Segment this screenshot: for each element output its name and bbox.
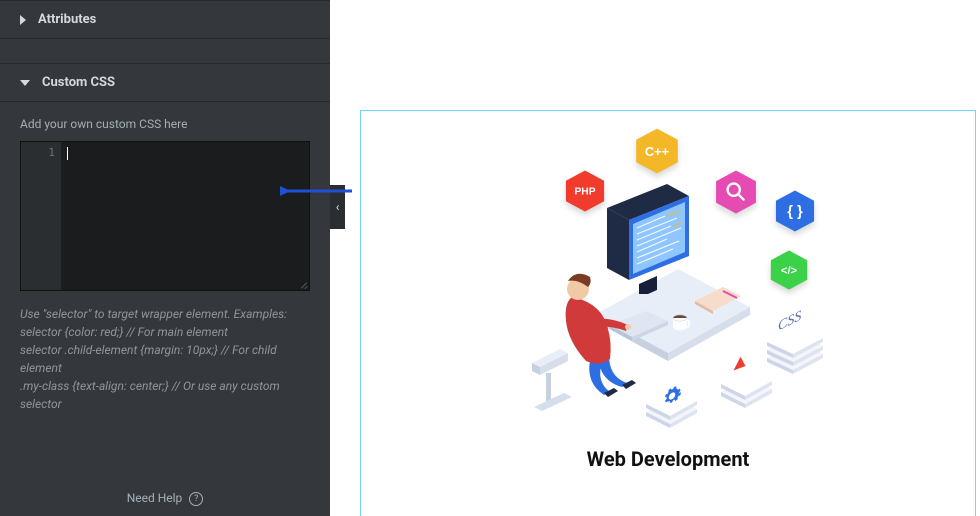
mug-icon: [671, 314, 693, 338]
need-help-link[interactable]: Need Help ?: [127, 491, 204, 505]
custom-css-editor[interactable]: 1: [20, 141, 310, 291]
chevron-down-icon: [20, 80, 30, 86]
cpp-badge-icon: C++: [633, 127, 681, 175]
paper-stack-icon: [718, 364, 780, 420]
person-icon: [538, 249, 648, 419]
search-badge-icon: [713, 169, 759, 215]
tag-badge-icon: </>: [768, 249, 810, 291]
panel-attributes[interactable]: Attributes: [0, 0, 330, 39]
widget-caption: Web Development: [587, 447, 750, 471]
line-number: 1: [21, 146, 55, 159]
panel-custom-css-label: Custom CSS: [42, 75, 115, 90]
preview-area: PHP C++ { } </>: [330, 0, 980, 516]
custom-css-help: Use "selector" to target wrapper element…: [20, 305, 310, 413]
panel-attributes-label: Attributes: [38, 12, 96, 27]
selected-widget[interactable]: PHP C++ { } </>: [360, 110, 976, 516]
text-cursor: [67, 147, 68, 160]
illustration: PHP C++ { } </>: [518, 139, 818, 439]
editor-gutter: 1: [21, 142, 61, 290]
svg-text:PHP: PHP: [574, 187, 595, 198]
panel-custom-css[interactable]: Custom CSS: [0, 63, 330, 102]
resize-handle-icon[interactable]: [298, 279, 308, 289]
help-icon: ?: [189, 492, 203, 506]
braces-badge-icon: { }: [773, 189, 817, 233]
panel-custom-css-body: Add your own custom CSS here 1 Use "sele…: [0, 102, 330, 443]
svg-text:</>: </>: [781, 265, 798, 277]
svg-text:{ }: { }: [787, 204, 803, 220]
editor-sidebar: Attributes Custom CSS Add your own custo…: [0, 0, 330, 516]
chevron-left-icon: ‹: [336, 200, 340, 214]
sidebar-footer: Need Help ?: [0, 481, 330, 516]
chevron-right-icon: [20, 15, 26, 25]
svg-text:C++: C++: [645, 144, 669, 159]
sidebar-collapse-button[interactable]: ‹: [330, 185, 345, 229]
need-help-label: Need Help: [127, 491, 183, 505]
tablet-icon: [693, 287, 743, 321]
editor-textarea[interactable]: [61, 142, 309, 290]
custom-css-hint: Add your own custom CSS here: [20, 117, 310, 131]
